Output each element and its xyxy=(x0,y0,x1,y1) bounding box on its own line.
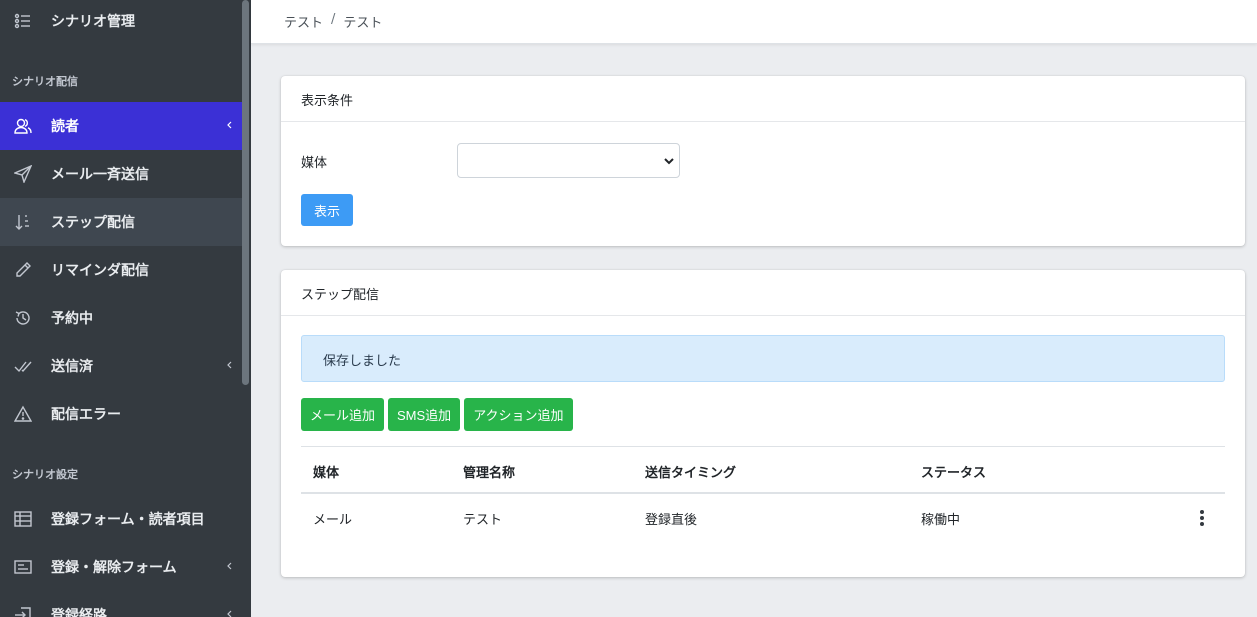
add-sms-button[interactable]: SMS追加 xyxy=(388,398,461,431)
column-header-media: 媒体 xyxy=(313,466,340,481)
sidebar-section-header: シナリオ配信 xyxy=(12,75,78,88)
filter-card: 表示条件 媒体 表示 xyxy=(281,76,1245,246)
sidebar-item-registration-form[interactable]: 登録フォーム・読者項目 xyxy=(0,495,242,543)
media-select[interactable] xyxy=(457,143,680,178)
sidebar-item-label: 登録・解除フォーム xyxy=(51,560,177,576)
sidebar-item-label: 予約中 xyxy=(51,311,93,327)
card-title: ステップ配信 xyxy=(281,270,1245,316)
sidebar-item-register-unsubscribe-form[interactable]: 登録・解除フォーム xyxy=(0,543,242,591)
cell-timing: 登録直後 xyxy=(645,513,698,528)
sidebar-item-scheduled[interactable]: 予約中 xyxy=(0,294,242,342)
sidebar-item-label: 読者 xyxy=(51,119,79,135)
chevron-left-icon xyxy=(224,118,234,132)
table-row[interactable]: メール テスト 登録直後 稼働中 xyxy=(301,494,1225,542)
warning-icon xyxy=(13,404,33,424)
sidebar-item-readers[interactable]: 読者 xyxy=(0,102,242,150)
cell-name: テスト xyxy=(463,513,503,528)
sidebar-item-label: シナリオ管理 xyxy=(51,14,135,30)
list-icon xyxy=(13,11,33,31)
history-icon xyxy=(13,308,33,328)
cell-media: メール xyxy=(313,513,353,528)
cell-status: 稼働中 xyxy=(921,513,961,528)
sidebar-item-step-delivery[interactable]: ステップ配信 xyxy=(0,198,242,246)
step-delivery-card: ステップ配信 保存しました メール追加 SMS追加 アクション追加 媒体 管理名… xyxy=(281,270,1245,577)
chevron-left-icon xyxy=(224,358,234,372)
column-header-name: 管理名称 xyxy=(463,466,516,481)
breadcrumb: テスト / テスト xyxy=(284,12,382,31)
chevron-left-icon xyxy=(224,607,234,617)
sidebar-item-label: 配信エラー xyxy=(51,407,121,423)
table-header: 媒体 管理名称 送信タイミング ステータス xyxy=(301,446,1225,494)
sidebar-item-delivery-error[interactable]: 配信エラー xyxy=(0,390,242,438)
check-icon xyxy=(13,356,33,376)
chevron-left-icon xyxy=(224,559,234,573)
sidebar-item-reminder[interactable]: リマインダ配信 xyxy=(0,246,242,294)
breadcrumb-item[interactable]: テスト xyxy=(284,12,323,31)
sidebar-item-label: リマインダ配信 xyxy=(51,263,149,279)
chevron-down-icon xyxy=(664,158,674,165)
sidebar-item-bulk-mail[interactable]: メール一斉送信 xyxy=(0,150,242,198)
top-bar: テスト / テスト xyxy=(251,0,1257,44)
sort-down-icon xyxy=(13,212,33,232)
show-button[interactable]: 表示 xyxy=(301,194,353,226)
column-header-status: ステータス xyxy=(921,466,987,481)
sidebar-item-scenario-management[interactable]: シナリオ管理 xyxy=(0,0,242,45)
breadcrumb-separator: / xyxy=(331,12,336,27)
pencil-icon xyxy=(13,260,33,280)
sidebar-item-label: メール一斉送信 xyxy=(51,167,149,183)
users-icon xyxy=(13,116,33,136)
sidebar-item-label: ステップ配信 xyxy=(51,215,135,231)
send-icon xyxy=(13,164,33,184)
add-mail-button[interactable]: メール追加 xyxy=(301,398,385,431)
sidebar-item-label: 登録経路 xyxy=(51,608,107,617)
step-table: 媒体 管理名称 送信タイミング ステータス メール テスト 登録直後 稼働中 xyxy=(301,446,1225,542)
sidebar-scrollbar[interactable] xyxy=(242,0,249,385)
sign-in-icon xyxy=(13,605,33,617)
sidebar-item-label: 送信済 xyxy=(51,359,93,375)
table-icon xyxy=(13,509,33,529)
breadcrumb-item-current: テスト xyxy=(343,16,383,31)
sidebar-section-header: シナリオ設定 xyxy=(12,468,78,481)
card-title: 表示条件 xyxy=(281,76,1245,122)
sidebar: シナリオ管理 シナリオ配信 読者 メール一斉送信 ステップ配信 リマインダ配信 … xyxy=(0,0,251,617)
sidebar-item-sent[interactable]: 送信済 xyxy=(0,342,242,390)
media-label: 媒体 xyxy=(301,156,328,171)
add-button-group: メール追加 SMS追加 アクション追加 xyxy=(301,398,573,431)
success-alert: 保存しました xyxy=(301,335,1225,382)
column-header-timing: 送信タイミング xyxy=(645,466,737,481)
kebab-menu-icon[interactable] xyxy=(1199,510,1205,526)
sidebar-item-registration-route[interactable]: 登録経路 xyxy=(0,591,242,617)
form-icon xyxy=(13,557,33,577)
sidebar-item-label: 登録フォーム・読者項目 xyxy=(51,512,205,528)
add-action-button[interactable]: アクション追加 xyxy=(464,398,573,431)
